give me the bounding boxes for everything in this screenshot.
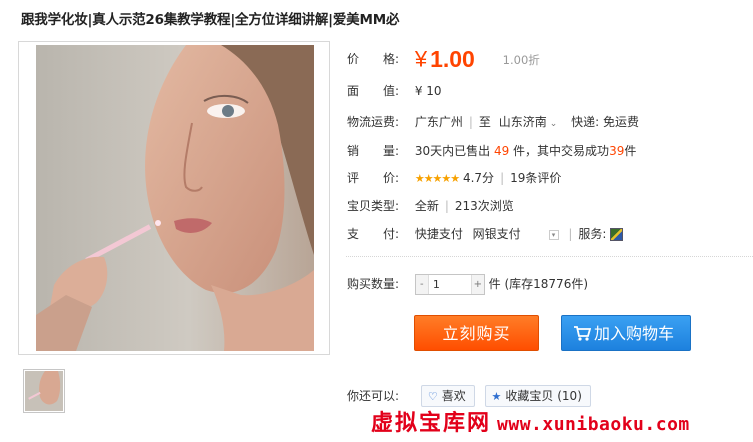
section-divider bbox=[346, 256, 753, 257]
payment-row: 支 付: 快捷支付 网银支付 ▾ | 服务: bbox=[347, 225, 624, 242]
quantity-label: 购买数量: bbox=[347, 277, 400, 291]
star-icon: ★ bbox=[491, 390, 502, 403]
rating-score: 4.7分 bbox=[462, 171, 495, 185]
add-to-cart-label: 加入购物车 bbox=[593, 324, 674, 343]
service-label: 服务: bbox=[578, 227, 607, 241]
payment-expand-icon[interactable]: ▾ bbox=[548, 229, 559, 240]
shipping-express: 快递: 免运费 bbox=[571, 115, 639, 129]
favorite-label: 收藏宝贝 (10) bbox=[505, 389, 582, 403]
extra-actions-label: 你还可以: bbox=[347, 388, 400, 403]
payment-method-bank: 网银支付 bbox=[472, 227, 521, 241]
cart-icon bbox=[574, 326, 591, 341]
price-row: 价 格: ¥1.00 1.00折 bbox=[347, 46, 540, 73]
sales-label: 销 量: bbox=[347, 144, 400, 158]
stock-info: 件 (库存18776件) bbox=[488, 277, 589, 291]
sales-success-count: 39 bbox=[609, 144, 625, 158]
item-type-row: 宝贝类型: 全新 | 213次浏览 bbox=[347, 197, 514, 214]
like-label: 喜欢 bbox=[441, 389, 466, 403]
watermark: 虚拟宝库网 www.xunibaoku.com bbox=[371, 405, 690, 437]
rating-stars-icon: ★★★★★ bbox=[414, 172, 460, 185]
shipping-row: 物流运费: 广东广州 | 至 山东济南 ⌄ 快递: 免运费 bbox=[347, 113, 639, 130]
chevron-down-icon: ⌄ bbox=[549, 119, 558, 129]
sales-mid: 件，其中交易成功 bbox=[513, 144, 610, 158]
shipping-from: 广东广州 bbox=[414, 115, 463, 129]
sales-suffix: 件 bbox=[624, 144, 637, 158]
favorite-button[interactable]: ★ 收藏宝贝 (10) bbox=[484, 385, 591, 407]
product-photo bbox=[36, 45, 314, 351]
item-type-separator: | bbox=[444, 199, 449, 213]
shipping-separator: | bbox=[468, 115, 473, 129]
price-label: 价 格: bbox=[347, 52, 400, 66]
item-type-label: 宝贝类型: bbox=[347, 199, 400, 213]
shipping-to-prefix: 至 bbox=[478, 115, 491, 129]
product-title: 跟我学化妆|真人示范26集教学教程|全方位详细讲解|爱美MM必 bbox=[21, 12, 400, 28]
item-condition: 全新 bbox=[414, 199, 439, 213]
watermark-url: www.xunibaoku.com bbox=[497, 414, 690, 435]
add-to-cart-button[interactable]: 加入购物车 bbox=[561, 315, 691, 351]
sales-row: 销 量: 30天内已售出 49 件，其中交易成功39件 bbox=[347, 142, 636, 159]
shipping-destination-select[interactable]: 山东济南 ⌄ bbox=[499, 115, 558, 129]
thumbnail-image[interactable] bbox=[23, 369, 65, 413]
sales-prefix: 30天内已售出 bbox=[414, 144, 491, 158]
buy-now-button[interactable]: 立刻购买 bbox=[414, 315, 539, 351]
face-value-label: 面 值: bbox=[347, 84, 400, 98]
face-value-row: 面 值: ¥ 10 bbox=[347, 82, 442, 99]
heart-icon: ♡ bbox=[427, 390, 438, 403]
extra-actions-row: 你还可以: ♡ 喜欢 ★ 收藏宝贝 (10) bbox=[347, 385, 591, 407]
price-discount: 1.00折 bbox=[502, 52, 540, 67]
shipping-to: 山东济南 bbox=[498, 115, 547, 129]
quantity-input[interactable]: 1 bbox=[427, 275, 472, 294]
quantity-decrease-button[interactable]: - bbox=[415, 275, 428, 294]
item-views: 213次浏览 bbox=[454, 199, 514, 213]
quantity-stepper: - 1 + bbox=[414, 274, 485, 295]
service-badge-icon[interactable] bbox=[610, 228, 624, 241]
watermark-name: 虚拟宝库网 bbox=[371, 411, 492, 436]
payment-separator: | bbox=[568, 227, 573, 241]
rating-row: 评 价: ★★★★★ 4.7分 | 19条评价 bbox=[347, 169, 561, 186]
quantity-increase-button[interactable]: + bbox=[471, 275, 484, 294]
face-value: ¥ 10 bbox=[414, 84, 442, 98]
rating-label: 评 价: bbox=[347, 171, 400, 185]
shipping-label: 物流运费: bbox=[347, 115, 400, 129]
payment-label: 支 付: bbox=[347, 227, 400, 241]
payment-method-quick: 快捷支付 bbox=[414, 227, 463, 241]
main-product-image[interactable] bbox=[18, 41, 330, 355]
sales-sold-count: 49 bbox=[493, 144, 510, 158]
like-button[interactable]: ♡ 喜欢 bbox=[420, 385, 475, 407]
quantity-row: 购买数量: - 1 + 件 (库存18776件) bbox=[347, 274, 588, 295]
rating-separator: | bbox=[500, 171, 505, 185]
rating-reviews-link[interactable]: 19条评价 bbox=[510, 171, 561, 185]
thumbnail-photo bbox=[25, 371, 63, 411]
price-value: 1.00 bbox=[430, 46, 475, 72]
price-currency: ¥ bbox=[414, 46, 428, 72]
